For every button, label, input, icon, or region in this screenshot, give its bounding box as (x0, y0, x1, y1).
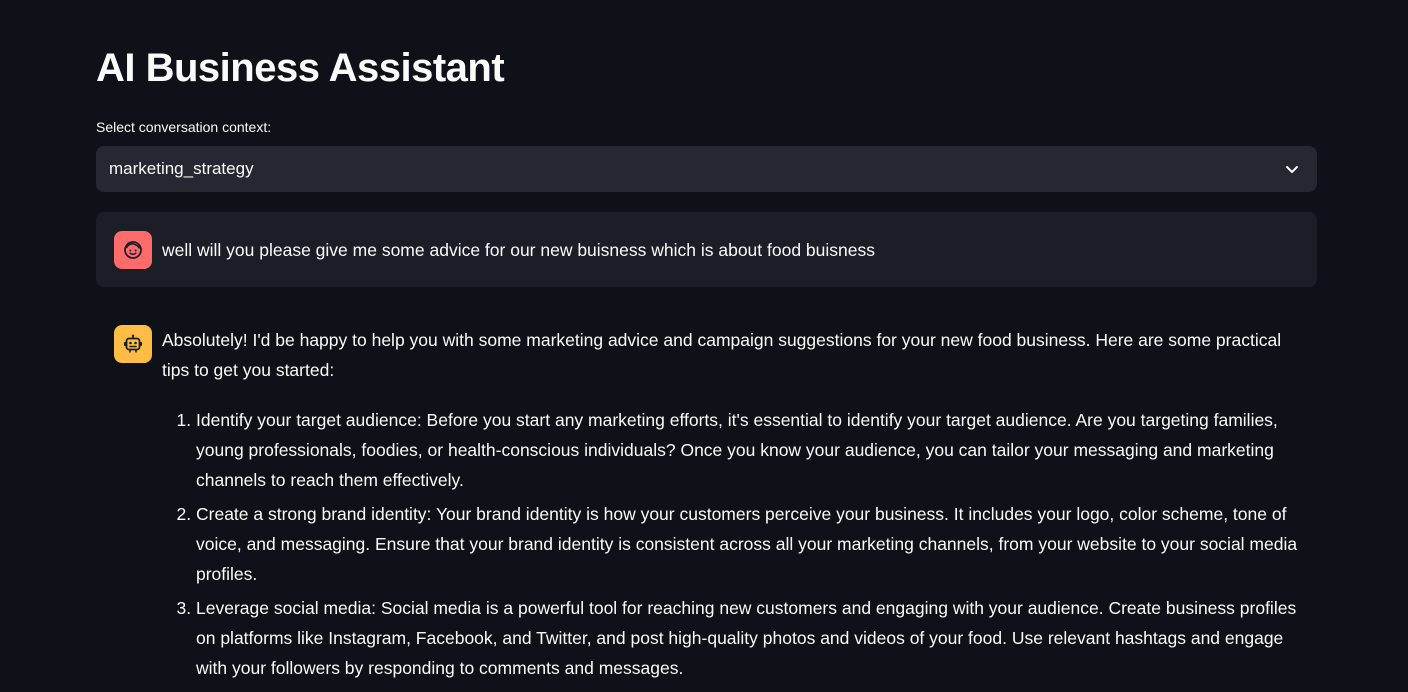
tip-item: Identify your target audience: Before yo… (196, 405, 1302, 495)
user-message-text: well will you please give me some advice… (162, 240, 876, 260)
user-avatar (114, 231, 152, 269)
assistant-message: Absolutely! I'd be happy to help you wit… (96, 310, 1317, 692)
chevron-down-icon[interactable] (1284, 161, 1300, 177)
context-select[interactable]: marketing_strategy (96, 146, 1317, 192)
smiling-face-icon (124, 241, 142, 259)
assistant-intro-text: Absolutely! I'd be happy to help you wit… (162, 330, 1282, 380)
page-title: AI Business Assistant (96, 46, 505, 90)
user-message: well will you please give me some advice… (96, 212, 1317, 287)
robot-icon (124, 334, 142, 353)
assistant-avatar (114, 325, 152, 363)
tip-item: Leverage social media: Social media is a… (196, 593, 1302, 683)
tips-list: Identify your target audience: Before yo… (162, 405, 1302, 683)
tip-item: Create a strong brand identity: Your bra… (196, 499, 1302, 589)
context-select-label: Select conversation context: (96, 119, 272, 135)
assistant-message-body: Absolutely! I'd be happy to help you wit… (162, 325, 1302, 687)
context-select-value: marketing_strategy (109, 159, 254, 178)
